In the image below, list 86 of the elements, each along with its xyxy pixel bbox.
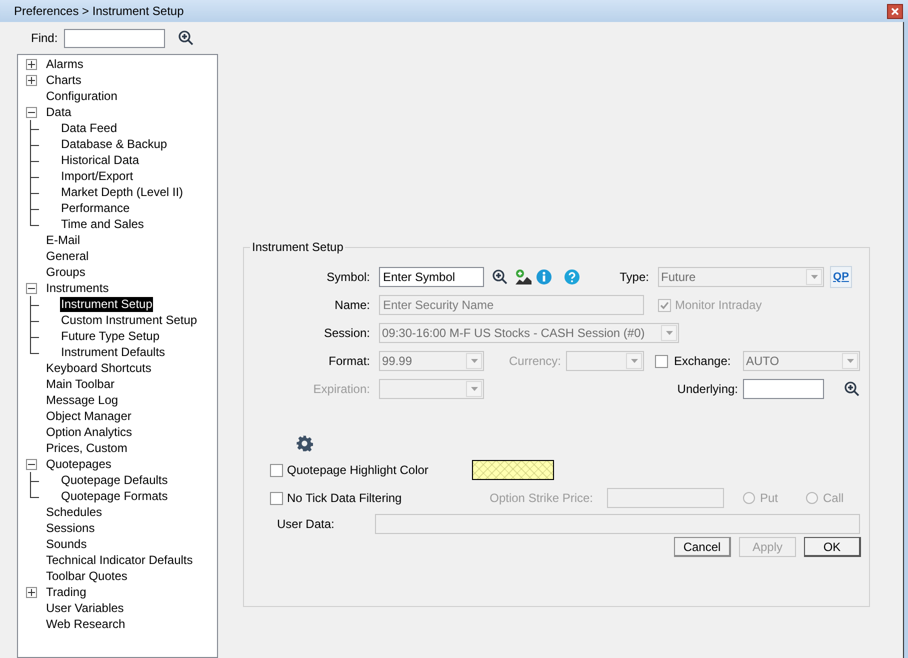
tree-item[interactable]: Instrument Setup: [60, 296, 154, 312]
tree-item[interactable]: Configuration: [45, 88, 118, 104]
find-field[interactable]: [64, 28, 165, 48]
field-label: Currency:: [508, 353, 561, 370]
tree-item[interactable]: Custom Instrument Setup: [60, 312, 198, 328]
caret-icon: [806, 269, 822, 285]
tree-item[interactable]: Technical Indicator Defaults: [45, 552, 194, 568]
field-label: Symbol:: [326, 269, 370, 286]
tree-item[interactable]: Object Manager: [45, 408, 132, 424]
tree-item[interactable]: Future Type Setup: [60, 328, 161, 344]
tree-item[interactable]: User Variables: [45, 600, 125, 616]
field-label: Quotepage Highlight Color: [287, 462, 430, 479]
window-title: Preferences > Instrument Setup: [14, 3, 185, 20]
field-label: Format:: [328, 353, 370, 370]
caret-icon: [842, 353, 858, 369]
tree-item[interactable]: Market Depth (Level II): [60, 184, 184, 200]
tree-item[interactable]: Time and Sales: [60, 216, 145, 232]
field-label: Underlying:: [676, 381, 738, 398]
collapse-icon[interactable]: [26, 282, 37, 294]
tree-item[interactable]: Performance: [60, 200, 131, 216]
field-label: Expiration:: [312, 381, 370, 398]
tree-item[interactable]: Schedules: [45, 504, 104, 520]
color-swatch[interactable]: [472, 460, 554, 480]
field-label: Name:: [334, 297, 370, 314]
expand-icon[interactable]: [26, 74, 37, 86]
input-field[interactable]: Enter Symbol: [379, 267, 484, 287]
tree-item[interactable]: Web Research: [45, 616, 126, 632]
tree-item[interactable]: Import/Export: [60, 168, 134, 184]
tree-item[interactable]: Instrument Defaults: [60, 344, 166, 360]
tree-item[interactable]: Message Log: [45, 392, 120, 408]
find-label: Find:: [31, 30, 59, 47]
group-title: Instrument Setup: [251, 239, 344, 256]
tree-item[interactable]: Sounds: [45, 536, 88, 552]
checkbox[interactable]: [270, 464, 283, 476]
tree-item[interactable]: Toolbar Quotes: [45, 568, 128, 584]
tree-item[interactable]: Database & Backup: [60, 136, 168, 152]
tree-item[interactable]: Quotepages: [45, 456, 112, 472]
expand-icon[interactable]: [26, 586, 37, 598]
close-icon: [891, 8, 899, 14]
zoom-in-icon[interactable]: [178, 30, 194, 46]
dialog-button[interactable]: OK: [804, 537, 861, 557]
tree-item[interactable]: General: [45, 248, 90, 264]
tree-item[interactable]: Data Feed: [60, 120, 118, 136]
qp-button[interactable]: QP: [830, 266, 852, 288]
input-field[interactable]: [743, 379, 824, 399]
expand-icon[interactable]: [26, 58, 37, 70]
tree-item[interactable]: Alarms: [45, 56, 84, 72]
tree-item[interactable]: Main Toolbar: [45, 376, 116, 392]
tree-item[interactable]: Data: [45, 104, 72, 120]
field-label: Option Strike Price:: [488, 490, 593, 507]
field-label: Put: [760, 490, 780, 507]
tree-item[interactable]: Historical Data: [60, 152, 140, 168]
field-label: Type:: [618, 269, 649, 286]
tree-item[interactable]: Sessions: [45, 520, 96, 536]
zoom-in-icon[interactable]: [492, 269, 508, 285]
info-icon[interactable]: [536, 269, 552, 285]
tree-item[interactable]: Charts: [45, 72, 82, 88]
tree-item[interactable]: E-Mail: [45, 232, 82, 248]
tree-item[interactable]: Groups: [45, 264, 86, 280]
tree-item[interactable]: Quotepage Defaults: [60, 472, 169, 488]
checkbox[interactable]: [270, 492, 283, 504]
dialog-button[interactable]: Cancel: [674, 537, 731, 557]
field-label: Monitor Intraday: [675, 297, 763, 314]
close-button[interactable]: [887, 4, 903, 18]
tree-item[interactable]: Option Analytics: [45, 424, 134, 440]
field-label: Call: [823, 490, 845, 507]
tree-item[interactable]: Quotepage Formats: [60, 488, 169, 504]
field-label: Exchange:: [674, 353, 732, 370]
checkbox[interactable]: [655, 354, 668, 368]
tree-item[interactable]: Trading: [45, 584, 88, 600]
tree-item[interactable]: Prices, Custom: [45, 440, 128, 456]
tree-item[interactable]: Keyboard Shortcuts: [45, 360, 152, 376]
field-label: No Tick Data Filtering: [287, 490, 403, 507]
collapse-icon[interactable]: [26, 106, 37, 118]
field-label: Session:: [322, 325, 370, 342]
caret-icon: [626, 353, 642, 369]
field-label: User Data:: [277, 516, 336, 533]
caret-icon: [661, 325, 677, 341]
collapse-icon[interactable]: [26, 458, 37, 470]
help-icon[interactable]: [564, 269, 580, 285]
gear-icon[interactable]: [296, 434, 313, 452]
add-chart-icon[interactable]: [515, 269, 532, 285]
zoom-in-icon[interactable]: [844, 381, 860, 397]
caret-icon: [466, 353, 482, 369]
tree-item[interactable]: Instruments: [45, 280, 110, 296]
caret-icon: [466, 381, 482, 397]
